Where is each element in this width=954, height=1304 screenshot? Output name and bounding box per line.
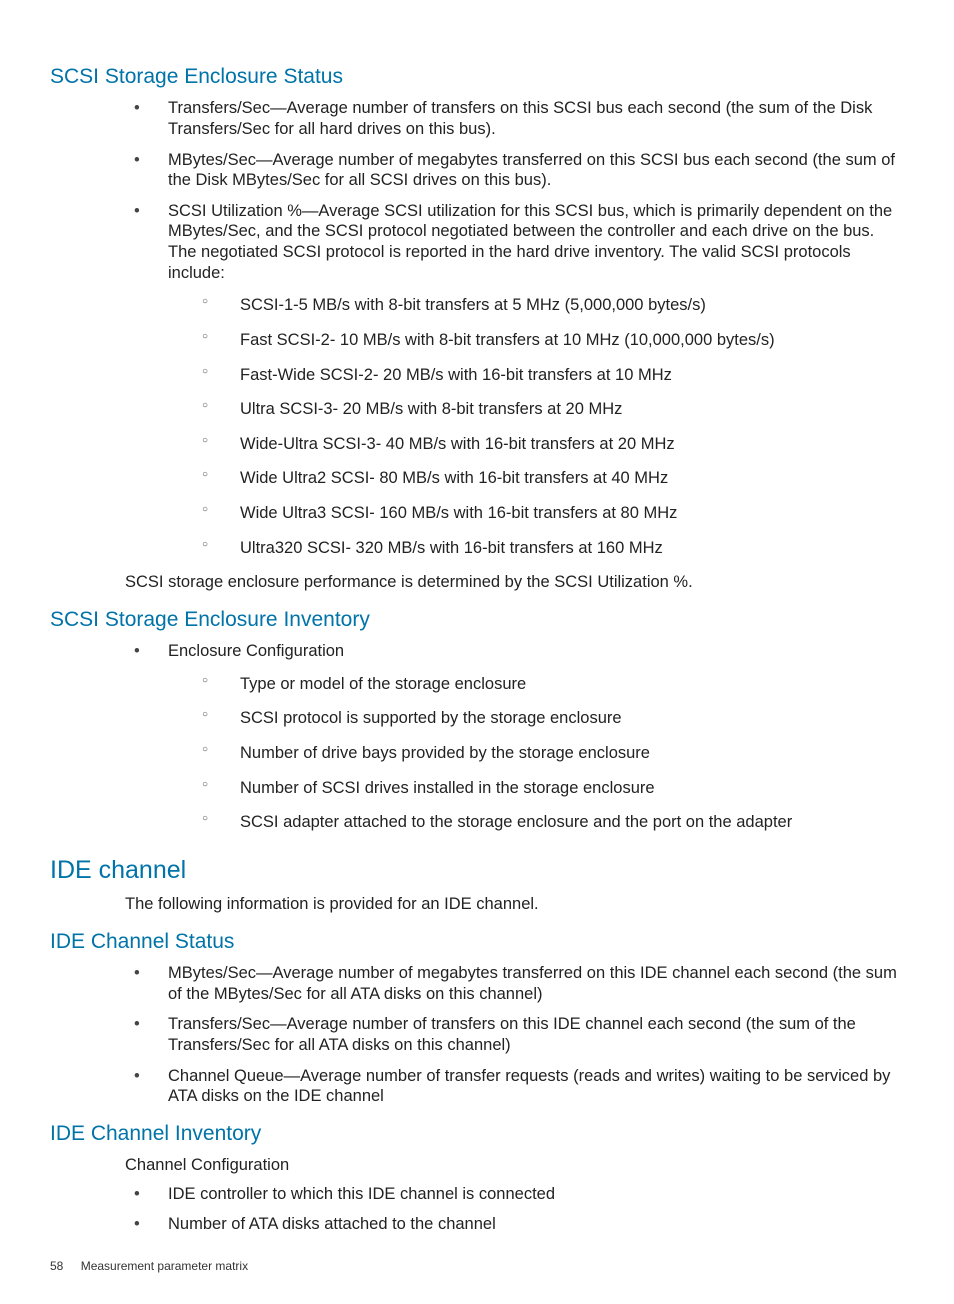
list-item: Fast-Wide SCSI-2- 20 MB/s with 16-bit tr… (202, 365, 904, 386)
list-item: SCSI adapter attached to the storage enc… (202, 812, 904, 833)
list-item: Type or model of the storage enclosure (202, 674, 904, 695)
page-footer: 58 Measurement parameter matrix (50, 1259, 904, 1274)
list-item: SCSI Utilization %—Average SCSI utilizat… (134, 201, 904, 559)
list-ide-status: MBytes/Sec—Average number of megabytes t… (134, 963, 904, 1107)
sublist-enclosure-config: Type or model of the storage enclosure S… (202, 674, 904, 833)
list-scsi-status: Transfers/Sec—Average number of transfer… (134, 98, 904, 558)
list-item: Enclosure Configuration Type or model of… (134, 641, 904, 833)
list-item: Fast SCSI-2- 10 MB/s with 8-bit transfer… (202, 330, 904, 351)
sublist-scsi-protocols: SCSI-1-5 MB/s with 8-bit transfers at 5 … (202, 295, 904, 558)
list-item: Channel Queue—Average number of transfer… (134, 1066, 904, 1107)
list-item: SCSI-1-5 MB/s with 8-bit transfers at 5 … (202, 295, 904, 316)
list-item: Ultra320 SCSI- 320 MB/s with 16-bit tran… (202, 538, 904, 559)
list-item-text: SCSI Utilization %—Average SCSI utilizat… (168, 202, 892, 282)
list-item: Number of ATA disks attached to the chan… (134, 1214, 904, 1235)
list-item: Wide Ultra2 SCSI- 80 MB/s with 16-bit tr… (202, 468, 904, 489)
heading-ide-channel: IDE channel (50, 855, 904, 886)
list-ide-inventory: IDE controller to which this IDE channel… (134, 1184, 904, 1235)
list-item: Ultra SCSI-3- 20 MB/s with 8-bit transfe… (202, 399, 904, 420)
list-item: MBytes/Sec—Average number of megabytes t… (134, 963, 904, 1004)
heading-ide-status: IDE Channel Status (50, 929, 904, 955)
list-item: Wide Ultra3 SCSI- 160 MB/s with 16-bit t… (202, 503, 904, 524)
heading-scsi-inventory: SCSI Storage Enclosure Inventory (50, 607, 904, 633)
list-item: Number of drive bays provided by the sto… (202, 743, 904, 764)
list-item-text: Enclosure Configuration (168, 642, 344, 660)
paragraph-ide-inv-intro: Channel Configuration (125, 1155, 904, 1176)
list-scsi-inventory: Enclosure Configuration Type or model of… (134, 641, 904, 833)
paragraph-ide-intro: The following information is provided fo… (125, 894, 904, 915)
list-item: Transfers/Sec—Average number of transfer… (134, 1014, 904, 1055)
paragraph-scsi-closing: SCSI storage enclosure performance is de… (125, 572, 904, 593)
list-item: Wide-Ultra SCSI-3- 40 MB/s with 16-bit t… (202, 434, 904, 455)
list-item: SCSI protocol is supported by the storag… (202, 708, 904, 729)
list-item: IDE controller to which this IDE channel… (134, 1184, 904, 1205)
list-item: Number of SCSI drives installed in the s… (202, 778, 904, 799)
list-item: Transfers/Sec—Average number of transfer… (134, 98, 904, 139)
heading-scsi-status: SCSI Storage Enclosure Status (50, 64, 904, 90)
list-item: MBytes/Sec—Average number of megabytes t… (134, 150, 904, 191)
heading-ide-inventory: IDE Channel Inventory (50, 1121, 904, 1147)
